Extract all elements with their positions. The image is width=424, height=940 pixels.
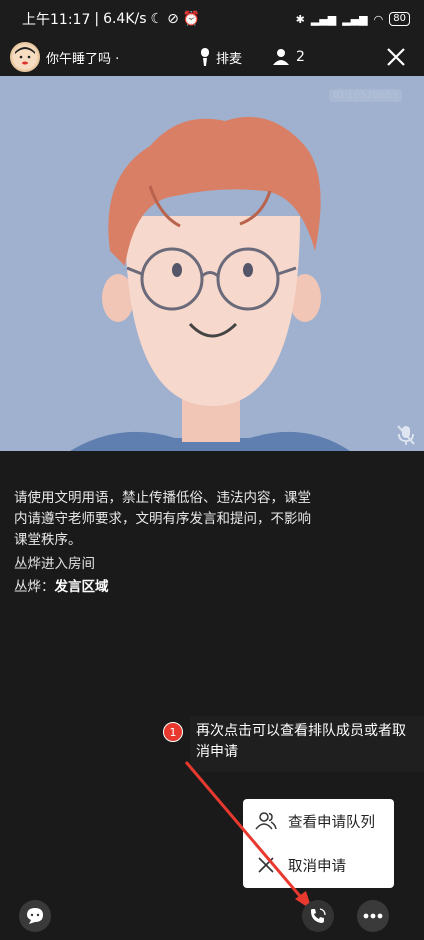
- signal-icon-2: ▂▄▆: [342, 12, 368, 26]
- room-header: 你午睡了吗 · 排麦 2: [0, 38, 424, 76]
- queue-label: 排麦: [216, 51, 243, 67]
- apply-mic-button[interactable]: [302, 900, 334, 932]
- wifi-icon: ◠: [373, 12, 384, 26]
- person-icon: [273, 49, 290, 65]
- close-icon: [254, 853, 278, 877]
- moon-icon: ☾: [150, 11, 164, 27]
- people-count: 2: [296, 49, 305, 65]
- teacher-avatar-illustration: [70, 116, 350, 451]
- bottom-toolbar: [0, 896, 424, 940]
- signal-icon: ▂▄▆: [310, 12, 337, 26]
- menu-item-cancel-apply[interactable]: 取消申请: [243, 843, 394, 887]
- menu-item-label: 查看申请队列: [288, 814, 375, 831]
- message-sender: 丛烨：: [14, 579, 55, 595]
- video-area: ID:10520663: [0, 76, 424, 451]
- queue-button[interactable]: 排麦: [198, 47, 242, 67]
- more-dots-icon: [363, 913, 383, 919]
- dnd-icon: ⊘: [167, 11, 179, 27]
- video-id-label: ID:10520663: [329, 89, 402, 102]
- microphone-icon: [201, 48, 209, 66]
- people-count-button[interactable]: 2: [272, 48, 305, 66]
- network-speed: 6.4K/s: [103, 11, 147, 27]
- tooltip: 再次点击可以查看排队成员或者取消申请: [190, 716, 424, 772]
- user-group-icon: [254, 809, 278, 833]
- menu-item-view-queue[interactable]: 查看申请队列: [243, 799, 394, 843]
- cartoon-avatar-icon: [14, 47, 36, 69]
- chat-bubble-icon: [27, 908, 43, 924]
- menu-item-label: 取消申请: [288, 858, 346, 875]
- status-time: 上午11:17: [22, 12, 91, 28]
- close-icon[interactable]: [384, 45, 408, 69]
- chat-message: 丛烨：发言区域: [14, 577, 314, 598]
- alarm-icon: ⏰: [182, 11, 201, 27]
- chat-emoji-button[interactable]: [19, 900, 51, 932]
- step-badge: 1: [163, 722, 183, 742]
- join-message: 丛烨进入房间: [14, 556, 95, 572]
- avatar[interactable]: [10, 42, 40, 72]
- system-notice: 请使用文明用语，禁止传播低俗、违法内容，课堂内请遵守老师要求，文明有序发言和提问…: [14, 490, 311, 548]
- status-bar: 上午11:17 | 6.4K/s ☾ ⊘ ⏰ ✱ ▂▄▆ ▂▄▆ ◠ 80: [0, 0, 424, 38]
- apply-popup-menu: 查看申请队列 取消申请: [243, 799, 394, 888]
- battery-icon: 80: [389, 12, 410, 26]
- chat-area: 请使用文明用语，禁止传播低俗、违法内容，课堂内请遵守老师要求，文明有序发言和提问…: [14, 488, 314, 598]
- room-name[interactable]: 你午睡了吗 ·: [46, 48, 176, 67]
- more-button[interactable]: [357, 900, 389, 932]
- phone-icon: [311, 908, 326, 923]
- mic-muted-icon: [397, 425, 415, 445]
- bluetooth-icon: ✱: [295, 12, 305, 26]
- message-text: 发言区域: [54, 579, 109, 595]
